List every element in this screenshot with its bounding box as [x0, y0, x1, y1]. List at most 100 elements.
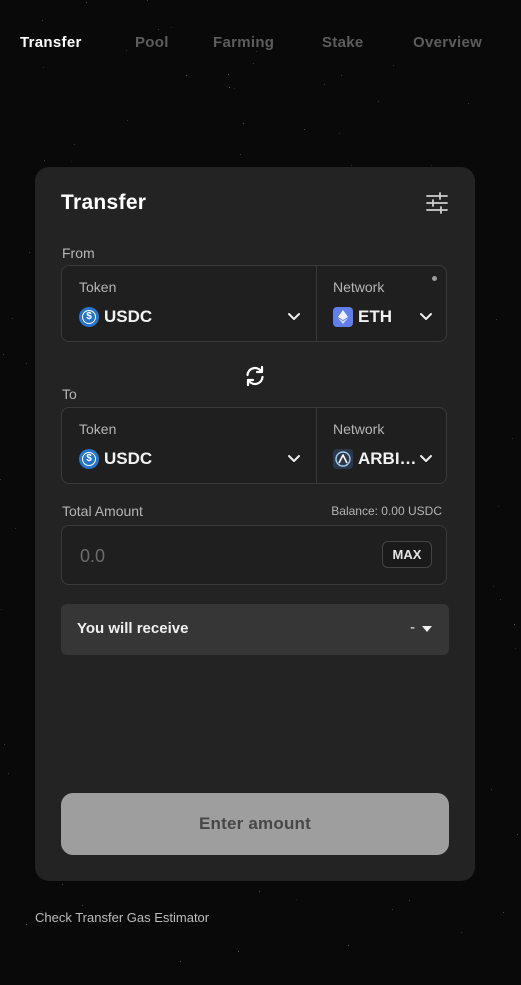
bridge-page: Transfer Pool Farming Stake Overview Tra… [0, 0, 521, 985]
balance-text: Balance: 0.00 USDC [331, 504, 442, 518]
to-network-dropdown[interactable]: Network ARBI… [316, 408, 447, 483]
receive-label: You will receive [77, 620, 189, 637]
star-dot [15, 528, 16, 529]
star-dot [1, 609, 2, 610]
star-dot [296, 899, 297, 900]
enter-amount-button[interactable]: Enter amount [61, 793, 449, 855]
star-dot [86, 2, 87, 3]
star-dot [29, 252, 30, 253]
star-dot [158, 29, 159, 30]
chevron-down-icon [288, 313, 300, 320]
star-dot [468, 103, 469, 104]
star-dot [82, 905, 83, 906]
from-network-value: ETH [358, 307, 392, 326]
star-dot [42, 20, 43, 21]
star-dot [26, 924, 27, 925]
status-dot [432, 276, 437, 281]
star-dot [348, 945, 349, 946]
star-dot [147, 0, 148, 1]
star-dot [392, 909, 393, 910]
from-token-label: Token [79, 279, 117, 295]
from-network-dropdown[interactable]: Network ETH [316, 266, 447, 341]
from-token-dropdown[interactable]: Token $ USDC [62, 266, 316, 341]
chevron-down-icon [420, 313, 432, 320]
star-dot [228, 74, 229, 75]
nav-item-transfer[interactable]: Transfer [20, 34, 82, 51]
star-dot [26, 363, 27, 364]
star-dot [0, 479, 1, 480]
max-button[interactable]: MAX [382, 541, 432, 568]
from-token-value: USDC [104, 307, 153, 326]
star-dot [238, 951, 239, 952]
star-dot [180, 961, 181, 962]
receive-dropdown[interactable]: You will receive - [61, 604, 449, 655]
amount-field: MAX [61, 525, 447, 585]
star-dot [62, 884, 63, 885]
star-dot [243, 123, 244, 124]
usdc-icon: $ [79, 307, 99, 327]
star-dot [409, 900, 410, 901]
star-dot [500, 599, 501, 600]
settings-button[interactable] [425, 191, 449, 215]
star-dot [3, 354, 4, 355]
arbitrum-icon [333, 449, 353, 469]
gas-estimator-link[interactable]: Check Transfer Gas Estimator [35, 910, 209, 925]
amount-header: Total Amount Balance: 0.00 USDC [62, 503, 442, 519]
star-dot [259, 891, 260, 892]
chevron-down-icon [420, 455, 432, 462]
star-dot [341, 75, 342, 76]
star-dot [43, 67, 44, 68]
star-dot [378, 101, 379, 102]
star-dot [339, 133, 340, 134]
total-amount-label: Total Amount [62, 503, 143, 519]
amount-input[interactable] [78, 543, 332, 569]
star-dot [44, 160, 45, 161]
top-nav: Transfer Pool Farming Stake Overview [20, 34, 501, 56]
star-dot [8, 773, 9, 774]
receive-value: - [410, 619, 415, 636]
star-dot [229, 87, 230, 88]
to-label: To [62, 386, 77, 402]
star-dot [4, 744, 5, 745]
star-dot [304, 129, 305, 130]
nav-item-overview[interactable]: Overview [413, 34, 482, 51]
star-dot [493, 586, 494, 587]
star-dot [234, 88, 235, 89]
star-dot [431, 165, 432, 166]
swap-arrows-icon [246, 365, 264, 387]
ethereum-icon [333, 307, 353, 327]
star-dot [171, 27, 172, 28]
star-dot [240, 154, 241, 155]
to-token-value: USDC [104, 449, 153, 468]
usdc-icon: $ [79, 449, 99, 469]
caret-down-icon [422, 626, 432, 632]
transfer-card: Transfer From Token $ USDC Network ETH T… [35, 167, 475, 881]
chevron-down-icon [288, 455, 300, 462]
nav-item-farming[interactable]: Farming [213, 34, 274, 51]
star-dot [512, 438, 513, 439]
to-selector: Token $ USDC Network ARBI… [61, 407, 447, 484]
star-dot [324, 84, 325, 85]
star-dot [517, 834, 518, 835]
from-label: From [62, 245, 95, 261]
star-dot [71, 161, 72, 162]
to-token-dropdown[interactable]: Token $ USDC [62, 408, 316, 483]
nav-item-pool[interactable]: Pool [135, 34, 169, 51]
star-dot [12, 318, 13, 319]
swap-direction-button[interactable] [243, 364, 267, 388]
sliders-icon [426, 192, 448, 214]
star-dot [514, 624, 515, 625]
star-dot [393, 65, 394, 66]
to-network-label: Network [333, 421, 385, 437]
star-dot [461, 932, 462, 933]
star-dot [253, 63, 254, 64]
star-dot [351, 165, 352, 166]
star-dot [186, 75, 187, 76]
to-network-value: ARBI… [358, 449, 417, 468]
card-title: Transfer [61, 191, 147, 214]
from-selector: Token $ USDC Network ETH [61, 265, 447, 342]
from-network-label: Network [333, 279, 385, 295]
star-dot [127, 120, 128, 121]
nav-item-stake[interactable]: Stake [322, 34, 364, 51]
star-dot [496, 319, 497, 320]
